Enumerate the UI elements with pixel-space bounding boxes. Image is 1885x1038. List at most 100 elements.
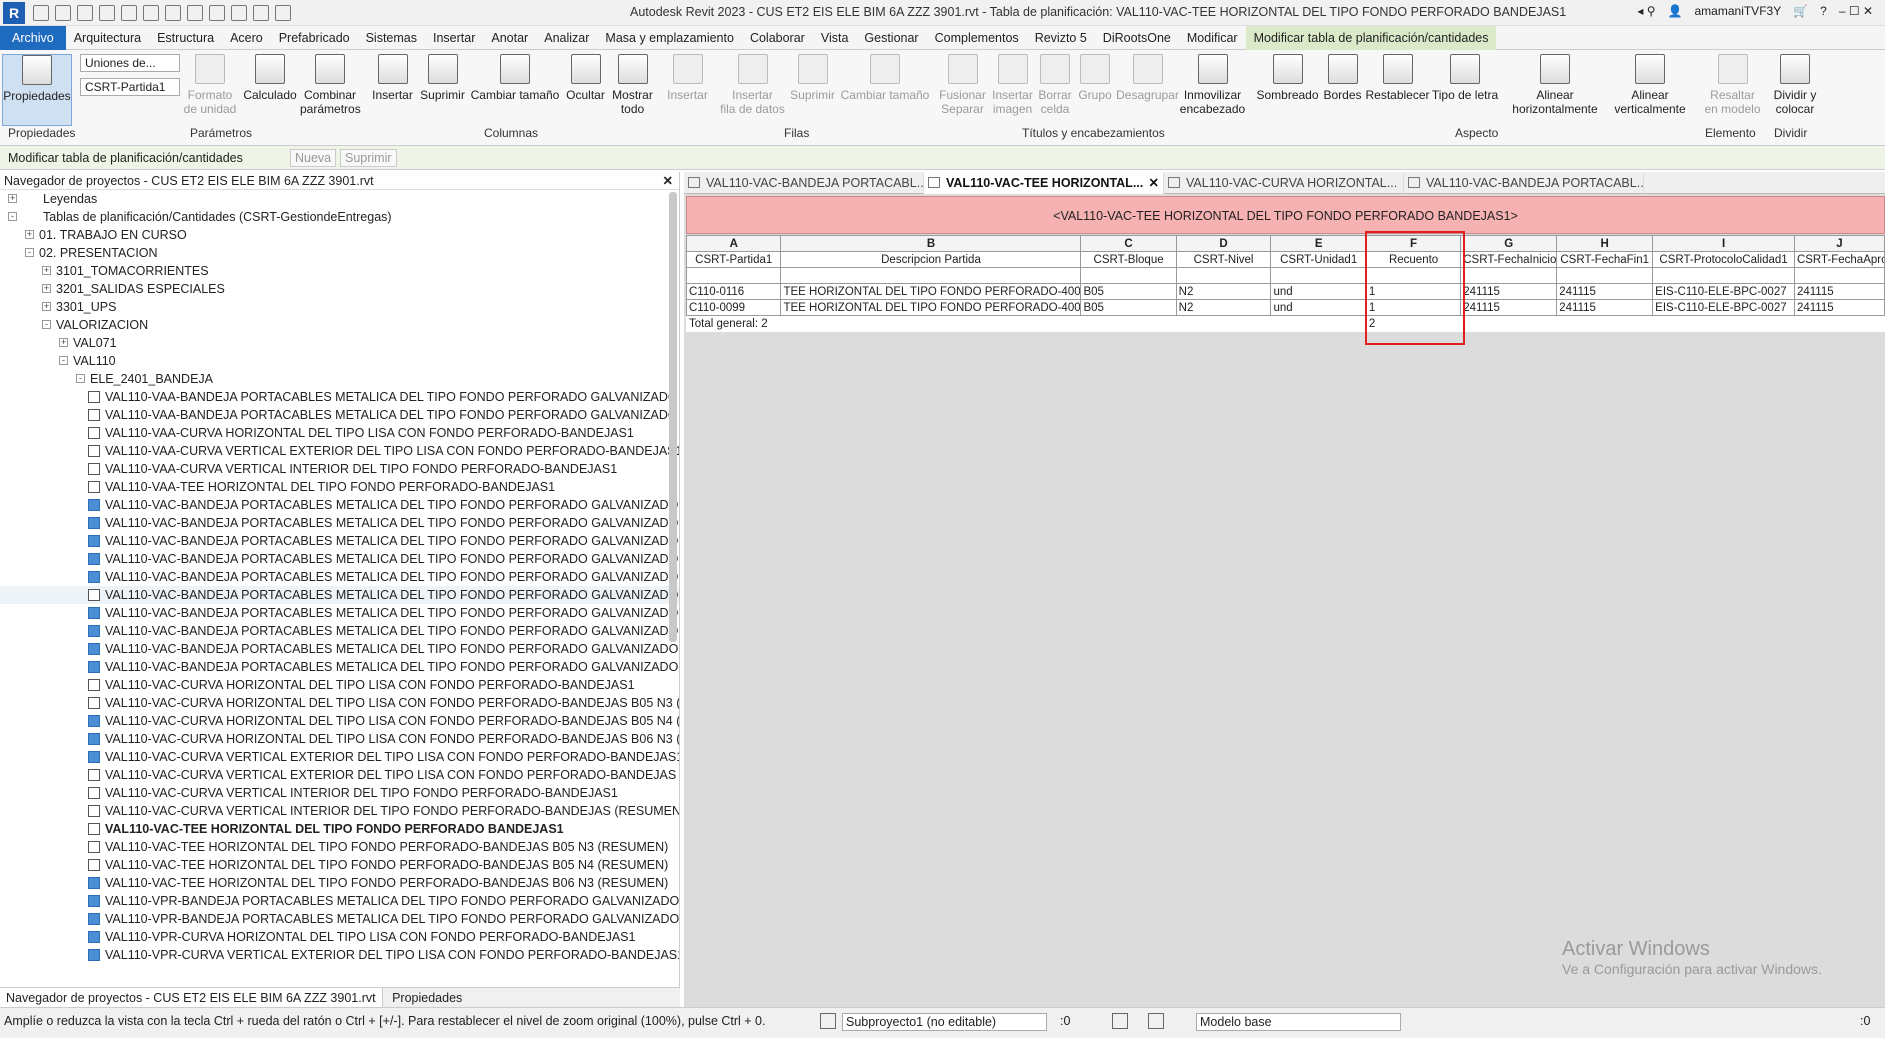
table-cell[interactable] (1175, 267, 1272, 284)
expand-toggle-icon[interactable]: - (59, 356, 68, 365)
table-cell[interactable] (685, 267, 782, 284)
borders-button[interactable]: Bordes (1315, 54, 1370, 102)
tree-item[interactable]: VAL110-VAC-BANDEJA PORTACABLES METALICA … (0, 568, 679, 586)
close-tab-icon[interactable]: ✕ (1149, 172, 1159, 194)
text-icon[interactable] (187, 4, 203, 21)
table-cell[interactable]: B05 (1080, 299, 1177, 316)
cart-icon[interactable]: 🛒 (1793, 4, 1808, 18)
open-icon[interactable] (33, 4, 49, 21)
workset-icon[interactable] (820, 1013, 836, 1029)
tree-item[interactable]: VAL110-VAC-CURVA VERTICAL INTERIOR DEL T… (0, 802, 679, 820)
combine-params-button[interactable]: Combinar parámetros (300, 54, 361, 116)
window-controls[interactable]: ‒ ☐ ✕ (1839, 4, 1873, 18)
table-cell[interactable]: B (780, 235, 1082, 252)
tree-item[interactable]: VAL110-VAA-BANDEJA PORTACABLES METALICA … (0, 406, 679, 424)
close-icon[interactable]: ✕ (663, 172, 673, 190)
tree-item[interactable]: VAL110-VAC-BANDEJA PORTACABLES METALICA … (0, 514, 679, 532)
menu-3[interactable]: Acero (222, 26, 271, 50)
design-option-dropdown[interactable]: Modelo base (1196, 1013, 1401, 1031)
table-cell[interactable]: J (1793, 235, 1885, 252)
expand-toggle-icon[interactable]: + (59, 338, 68, 347)
menu-7[interactable]: Anotar (483, 26, 536, 50)
units-dropdown[interactable]: Uniones de... (80, 54, 180, 72)
show-all-button[interactable]: Mostrar todo (605, 54, 660, 116)
help-icon[interactable]: ? (1820, 4, 1827, 18)
user-name[interactable]: amamaniTVF3Y (1695, 4, 1782, 18)
menu-14[interactable]: Revizto 5 (1027, 26, 1095, 50)
table-cell[interactable]: G (1460, 235, 1558, 252)
align-horizontal-button[interactable]: Alinear horizontalmente (1505, 54, 1605, 116)
workset-dropdown[interactable]: Subproyecto1 (no editable) (842, 1013, 1047, 1031)
menu-4[interactable]: Prefabricado (271, 26, 358, 50)
tree-item[interactable]: VAL110-VAC-BANDEJA PORTACABLES METALICA … (0, 586, 679, 604)
table-cell[interactable] (1080, 267, 1177, 284)
view-tab-2[interactable]: VAL110-VAC-TEE HORIZONTAL... ✕ (924, 172, 1164, 194)
ungroup-button[interactable]: Desagrupar (1115, 54, 1180, 102)
unit-format-button[interactable]: Formato de unidad (180, 54, 240, 116)
tree-item[interactable]: VAL110-VAC-TEE HORIZONTAL DEL TIPO FONDO… (0, 838, 679, 856)
tree-item[interactable]: VAL110-VAC-BANDEJA PORTACABLES METALICA … (0, 496, 679, 514)
partida-dropdown[interactable]: CSRT-Partida1 (80, 78, 180, 96)
tree-item[interactable]: VAL110-VAC-CURVA HORIZONTAL DEL TIPO LIS… (0, 676, 679, 694)
tree-item[interactable]: VAL110-VAA-CURVA VERTICAL INTERIOR DEL T… (0, 460, 679, 478)
tree-item[interactable]: VAL110-VPR-CURVA HORIZONTAL DEL TIPO LIS… (0, 928, 679, 946)
expand-toggle-icon[interactable]: + (42, 302, 51, 311)
table-cell[interactable]: C110-0099 (685, 299, 782, 316)
user-icon[interactable]: 👤 (1668, 4, 1683, 18)
view-tab-4[interactable]: VAL110-VAC-BANDEJA PORTACABL... (1404, 172, 1644, 194)
table-cell[interactable]: CSRT-Nivel (1175, 251, 1272, 268)
table-cell[interactable]: N2 (1175, 299, 1272, 316)
tree-item[interactable]: VAL110-VPR-BANDEJA PORTACABLES METALICA … (0, 892, 679, 910)
menu-16[interactable]: Modificar (1179, 26, 1246, 50)
tree-item[interactable]: -02. PRESENTACION (0, 244, 679, 262)
merge-button[interactable]: Fusionar Separar (935, 54, 990, 116)
tree-item[interactable]: VAL110-VAC-BANDEJA PORTACABLES METALICA … (0, 658, 679, 676)
view-tab-3[interactable]: VAL110-VAC-CURVA HORIZONTAL... (1164, 172, 1404, 194)
table-cell[interactable]: CSRT-FechaInicio1 (1460, 251, 1558, 268)
3d-view-icon[interactable] (209, 4, 225, 21)
table-cell[interactable]: CSRT-Bloque (1080, 251, 1177, 268)
measure-icon[interactable] (165, 4, 181, 21)
tree-item[interactable]: +3201_SALIDAS ESPECIALES (0, 280, 679, 298)
tree-item[interactable]: VAL110-VAC-BANDEJA PORTACABLES METALICA … (0, 622, 679, 640)
table-cell[interactable]: C (1080, 235, 1177, 252)
properties-button[interactable]: Propiedades (2, 54, 72, 126)
editable-icon[interactable] (1112, 1013, 1128, 1029)
redo-icon[interactable] (121, 4, 137, 21)
menu-6[interactable]: Insertar (425, 26, 483, 50)
schedule-title[interactable]: <VAL110-VAC-TEE HORIZONTAL DEL TIPO FOND… (686, 196, 1885, 234)
tree-item[interactable]: VAL110-VAC-CURVA HORIZONTAL DEL TIPO LIS… (0, 730, 679, 748)
table-cell[interactable]: 241115 (1460, 283, 1558, 300)
group-button[interactable]: Grupo (1070, 54, 1120, 102)
table-cell[interactable]: E (1270, 235, 1367, 252)
tree-item[interactable]: VAL110-VAA-CURVA VERTICAL EXTERIOR DEL T… (0, 442, 679, 460)
table-cell[interactable]: und (1270, 283, 1367, 300)
print-icon[interactable] (143, 4, 159, 21)
table-cell[interactable] (1793, 267, 1885, 284)
insert-data-row-button[interactable]: Insertar fila de datos (715, 54, 790, 116)
menu-10[interactable]: Colaborar (742, 26, 813, 50)
freeze-header-button[interactable]: Inmovilizar encabezado (1175, 54, 1250, 116)
tree-item[interactable]: VAL110-VAC-CURVA HORIZONTAL DEL TIPO LIS… (0, 694, 679, 712)
menu-0[interactable]: Archivo (0, 25, 66, 50)
table-cell[interactable]: Descripcion Partida (780, 251, 1082, 268)
tree-item[interactable]: VAL110-VAC-CURVA VERTICAL EXTERIOR DEL T… (0, 748, 679, 766)
tree-item[interactable]: +01. TRABAJO EN CURSO (0, 226, 679, 244)
tree-item[interactable]: VAL110-VAC-TEE HORIZONTAL DEL TIPO FONDO… (0, 856, 679, 874)
tree-item[interactable]: +3301_UPS (0, 298, 679, 316)
table-cell[interactable]: C110-0116 (685, 283, 782, 300)
expand-toggle-icon[interactable]: + (42, 266, 51, 275)
tree-item[interactable]: +3101_TOMACORRIENTES (0, 262, 679, 280)
tree-item[interactable]: VAL110-VAA-TEE HORIZONTAL DEL TIPO FONDO… (0, 478, 679, 496)
tree-item[interactable]: + VAL071 (0, 334, 679, 352)
tree-item[interactable]: - Tablas de planificación/Cantidades (CSR… (0, 208, 679, 226)
table-cell[interactable]: D (1175, 235, 1272, 252)
font-button[interactable]: Tipo de letra (1430, 54, 1500, 102)
tree-item[interactable]: VAL110-VAC-TEE HORIZONTAL DEL TIPO FONDO… (0, 874, 679, 892)
revit-logo[interactable]: R (3, 1, 25, 24)
table-cell[interactable]: 241115 (1556, 299, 1654, 316)
expand-toggle-icon[interactable]: - (25, 248, 34, 257)
resize-column-button[interactable]: Cambiar tamaño (470, 54, 560, 102)
reset-button[interactable]: Restablecer (1365, 54, 1430, 102)
calculated-button[interactable]: Calculado (240, 54, 300, 102)
